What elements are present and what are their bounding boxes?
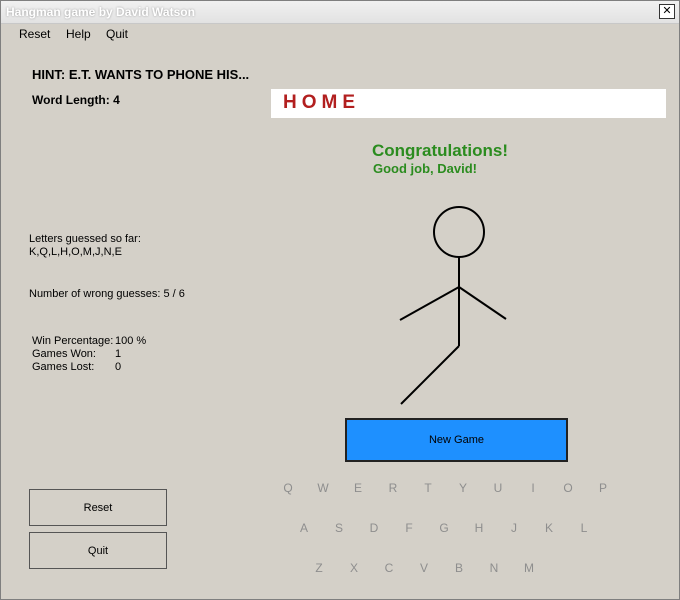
- menu-quit[interactable]: Quit: [106, 27, 128, 41]
- key-p[interactable]: P: [593, 481, 613, 495]
- key-d[interactable]: D: [364, 521, 384, 535]
- games-won-label: Games Won:: [32, 348, 96, 360]
- menu-bar: Reset Help Quit: [1, 23, 679, 45]
- hangman-figure: [399, 206, 507, 405]
- key-b[interactable]: B: [449, 561, 469, 575]
- new-game-button[interactable]: New Game: [345, 418, 568, 462]
- key-k[interactable]: K: [539, 521, 559, 535]
- title-bar: Hangman game by David Watson ✕: [1, 1, 679, 24]
- key-u[interactable]: U: [488, 481, 508, 495]
- games-lost-value: 0: [115, 361, 122, 373]
- congrats-subtitle: Good job, David!: [373, 161, 477, 176]
- key-c[interactable]: C: [379, 561, 399, 575]
- key-g[interactable]: G: [434, 521, 454, 535]
- win-percentage-label: Win Percentage:: [32, 335, 114, 347]
- hangman-right-arm: [458, 286, 507, 320]
- letters-guessed-value: K,Q,L,H,O,M,J,N,E: [29, 246, 122, 258]
- key-h[interactable]: H: [469, 521, 489, 535]
- congrats-title: Congratulations!: [372, 141, 508, 160]
- key-n[interactable]: N: [484, 561, 504, 575]
- key-a[interactable]: A: [294, 521, 314, 535]
- key-l[interactable]: L: [574, 521, 594, 535]
- win-percentage-value: 100 %: [115, 335, 147, 347]
- hangman-left-arm: [399, 286, 460, 321]
- key-o[interactable]: O: [558, 481, 578, 495]
- quit-button[interactable]: Quit: [29, 532, 167, 569]
- games-lost-label: Games Lost:: [32, 361, 95, 373]
- key-f[interactable]: F: [399, 521, 419, 535]
- key-w[interactable]: W: [313, 481, 333, 495]
- hangman-left-leg: [400, 345, 460, 405]
- hangman-head: [433, 206, 485, 258]
- key-v[interactable]: V: [414, 561, 434, 575]
- menu-reset[interactable]: Reset: [19, 27, 50, 41]
- key-e[interactable]: E: [348, 481, 368, 495]
- key-t[interactable]: T: [418, 481, 438, 495]
- games-won-value: 1: [115, 348, 122, 360]
- key-z[interactable]: Z: [309, 561, 329, 575]
- menu-help[interactable]: Help: [66, 27, 91, 41]
- hint-text: HINT: E.T. WANTS TO PHONE HIS...: [32, 67, 250, 82]
- close-icon[interactable]: ✕: [659, 4, 675, 19]
- key-q[interactable]: Q: [278, 481, 298, 495]
- reset-button[interactable]: Reset: [29, 489, 167, 526]
- key-i[interactable]: I: [523, 481, 543, 495]
- key-r[interactable]: R: [383, 481, 403, 495]
- app-window: Hangman game by David Watson ✕ Reset Hel…: [0, 0, 680, 600]
- key-s[interactable]: S: [329, 521, 349, 535]
- letters-guessed-label: Letters guessed so far:: [29, 233, 141, 245]
- key-m[interactable]: M: [519, 561, 539, 575]
- word-display: HOME: [271, 89, 666, 118]
- key-y[interactable]: Y: [453, 481, 473, 495]
- key-x[interactable]: X: [344, 561, 364, 575]
- word-text: HOME: [283, 92, 360, 113]
- wrong-guesses-text: Number of wrong guesses: 5 / 6: [29, 288, 185, 300]
- word-length-label: Word Length: 4: [32, 93, 120, 107]
- key-j[interactable]: J: [504, 521, 524, 535]
- window-title: Hangman game by David Watson: [6, 5, 195, 19]
